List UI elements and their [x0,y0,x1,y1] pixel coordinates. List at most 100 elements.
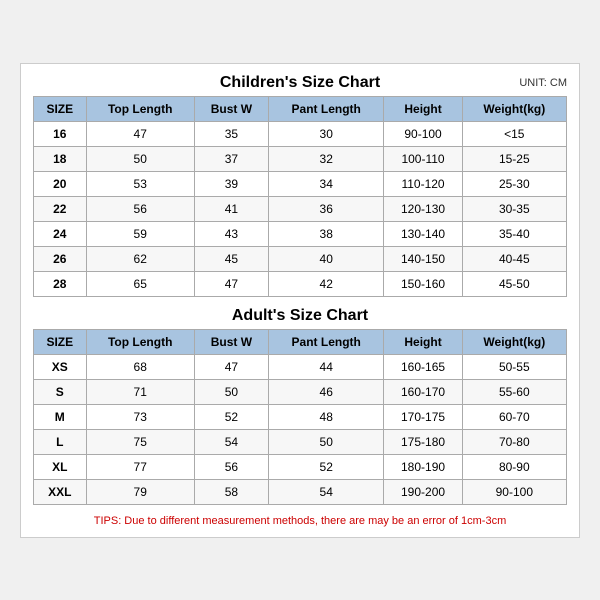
children-header-row: SIZE Top Length Bust W Pant Length Heigh… [34,96,567,121]
children-table: SIZE Top Length Bust W Pant Length Heigh… [33,96,567,297]
table-row: 24594338130-14035-40 [34,221,567,246]
data-cell: 15-25 [462,146,566,171]
children-col-bust-w: Bust W [194,96,268,121]
table-row: 28654742150-16045-50 [34,271,567,296]
table-row: XL775652180-19080-90 [34,454,567,479]
table-row: 18503732100-11015-25 [34,146,567,171]
size-cell: 22 [34,196,87,221]
data-cell: 90-100 [384,121,462,146]
data-cell: 35-40 [462,221,566,246]
size-cell: 28 [34,271,87,296]
data-cell: 40 [268,246,383,271]
data-cell: 47 [86,121,194,146]
data-cell: 46 [268,379,383,404]
adult-col-top-length: Top Length [86,329,194,354]
data-cell: 150-160 [384,271,462,296]
data-cell: 37 [194,146,268,171]
data-cell: 56 [86,196,194,221]
data-cell: 73 [86,404,194,429]
adult-table-body: XS684744160-16550-55S715046160-17055-60M… [34,354,567,504]
data-cell: 50-55 [462,354,566,379]
data-cell: 70-80 [462,429,566,454]
children-col-height: Height [384,96,462,121]
children-col-pant-length: Pant Length [268,96,383,121]
adult-title: Adult's Size Chart [232,307,368,325]
adult-col-size: SIZE [34,329,87,354]
data-cell: 62 [86,246,194,271]
adult-title-row: Adult's Size Chart [33,307,567,325]
data-cell: 45-50 [462,271,566,296]
size-cell: 26 [34,246,87,271]
data-cell: 50 [194,379,268,404]
size-cell: 24 [34,221,87,246]
size-cell: XXL [34,479,87,504]
size-cell: 16 [34,121,87,146]
data-cell: 42 [268,271,383,296]
data-cell: 110-120 [384,171,462,196]
data-cell: 43 [194,221,268,246]
children-title: Children's Size Chart [220,74,380,92]
data-cell: 52 [194,404,268,429]
children-col-weight: Weight(kg) [462,96,566,121]
adult-col-pant-length: Pant Length [268,329,383,354]
table-row: 26624540140-15040-45 [34,246,567,271]
data-cell: 30 [268,121,383,146]
adult-table: SIZE Top Length Bust W Pant Length Heigh… [33,329,567,505]
adult-col-height: Height [384,329,462,354]
size-cell: 18 [34,146,87,171]
data-cell: 35 [194,121,268,146]
size-cell: XL [34,454,87,479]
table-row: XXL795854190-20090-100 [34,479,567,504]
data-cell: 38 [268,221,383,246]
data-cell: 175-180 [384,429,462,454]
data-cell: 77 [86,454,194,479]
tips-text: TIPS: Due to different measurement metho… [33,515,567,527]
data-cell: 54 [268,479,383,504]
data-cell: 47 [194,271,268,296]
data-cell: 41 [194,196,268,221]
children-col-size: SIZE [34,96,87,121]
children-title-row: Children's Size Chart UNIT: CM [33,74,567,92]
size-cell: S [34,379,87,404]
data-cell: 54 [194,429,268,454]
adult-col-bust-w: Bust W [194,329,268,354]
size-cell: L [34,429,87,454]
data-cell: 32 [268,146,383,171]
table-row: M735248170-17560-70 [34,404,567,429]
data-cell: 80-90 [462,454,566,479]
data-cell: 100-110 [384,146,462,171]
data-cell: <15 [462,121,566,146]
data-cell: 47 [194,354,268,379]
data-cell: 160-165 [384,354,462,379]
data-cell: 48 [268,404,383,429]
table-row: XS684744160-16550-55 [34,354,567,379]
data-cell: 30-35 [462,196,566,221]
data-cell: 79 [86,479,194,504]
data-cell: 52 [268,454,383,479]
table-row: S715046160-17055-60 [34,379,567,404]
data-cell: 53 [86,171,194,196]
data-cell: 68 [86,354,194,379]
data-cell: 58 [194,479,268,504]
data-cell: 140-150 [384,246,462,271]
adult-header-row: SIZE Top Length Bust W Pant Length Heigh… [34,329,567,354]
data-cell: 39 [194,171,268,196]
data-cell: 75 [86,429,194,454]
data-cell: 59 [86,221,194,246]
data-cell: 71 [86,379,194,404]
adult-table-header: SIZE Top Length Bust W Pant Length Heigh… [34,329,567,354]
data-cell: 190-200 [384,479,462,504]
data-cell: 55-60 [462,379,566,404]
data-cell: 36 [268,196,383,221]
data-cell: 50 [86,146,194,171]
table-row: 1647353090-100<15 [34,121,567,146]
data-cell: 120-130 [384,196,462,221]
children-col-top-length: Top Length [86,96,194,121]
size-cell: M [34,404,87,429]
unit-label: UNIT: CM [519,77,567,89]
size-cell: XS [34,354,87,379]
data-cell: 60-70 [462,404,566,429]
data-cell: 45 [194,246,268,271]
children-table-header: SIZE Top Length Bust W Pant Length Heigh… [34,96,567,121]
table-row: L755450175-18070-80 [34,429,567,454]
